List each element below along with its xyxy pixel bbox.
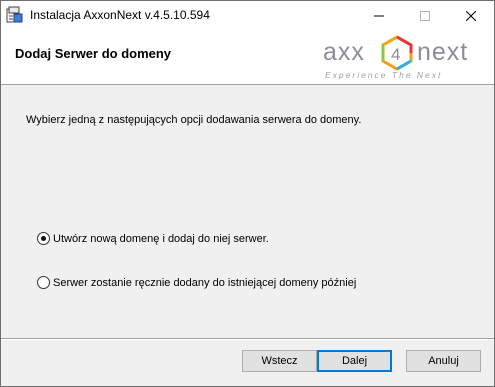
close-icon <box>466 10 476 21</box>
close-button[interactable] <box>448 1 494 30</box>
footer-divider-highlight <box>1 339 494 340</box>
instruction-text: Wybierz jedną z następujących opcji doda… <box>26 114 362 126</box>
cancel-button[interactable]: Anuluj <box>406 350 481 372</box>
radio-add-later[interactable] <box>37 276 50 289</box>
page-title: Dodaj Serwer do domeny <box>15 46 172 61</box>
option-create-domain[interactable]: Utwórz nową domenę i dodaj do niej serwe… <box>37 232 269 245</box>
minimize-button[interactable] <box>356 1 402 30</box>
content-panel: Wybierz jedną z następujących opcji doda… <box>1 86 494 338</box>
option-create-domain-label: Utwórz nową domenę i dodaj do niej serwe… <box>53 232 269 245</box>
window-title: Instalacja AxxonNext v.4.5.10.594 <box>30 8 210 22</box>
title-bar: Instalacja AxxonNext v.4.5.10.594 <box>1 1 494 30</box>
logo-digit: 4 <box>391 45 400 64</box>
logo-tagline: Experience The Next <box>325 70 442 80</box>
logo-left-text: axx <box>323 38 365 66</box>
logo-right-text: next <box>417 38 468 66</box>
back-button[interactable]: Wstecz <box>242 350 317 372</box>
next-button[interactable]: Dalej <box>317 350 392 372</box>
header-banner: Dodaj Serwer do domeny axx 4 next Experi… <box>1 30 494 85</box>
maximize-button[interactable] <box>402 1 448 30</box>
option-add-later[interactable]: Serwer zostanie ręcznie dodany do istnie… <box>37 276 356 289</box>
option-add-later-label: Serwer zostanie ręcznie dodany do istnie… <box>53 276 357 289</box>
installer-window: Instalacja AxxonNext v.4.5.10.594 Dodaj … <box>0 0 495 387</box>
radio-create-domain[interactable] <box>37 232 50 245</box>
axxonnext-logo: axx 4 next Experience The Next <box>321 33 493 83</box>
installer-icon <box>6 6 24 24</box>
